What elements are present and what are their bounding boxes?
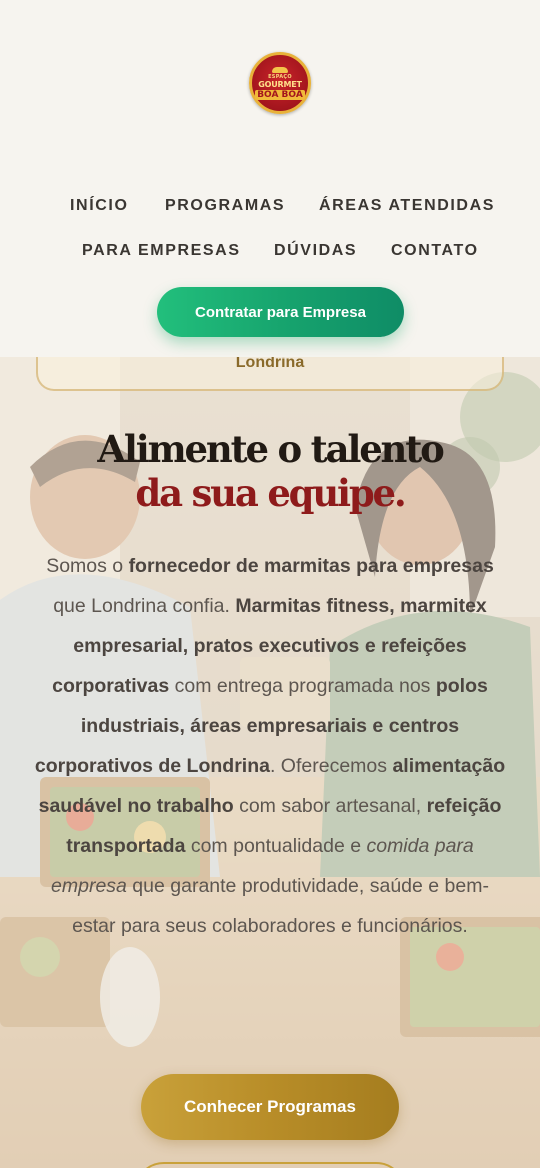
- nav-link-areas-atendidas[interactable]: ÁREAS ATENDIDAS: [319, 197, 495, 215]
- description-segment: que Londrina confia.: [53, 595, 236, 617]
- description-segment: com pontualidade e: [185, 835, 367, 857]
- brand-logo[interactable]: ESPAÇO GOURMET BOA BOA: [249, 52, 311, 114]
- nav-link-contato[interactable]: CONTATO: [391, 242, 479, 260]
- description-segment: com entrega programada nos: [169, 675, 436, 697]
- see-programs-button[interactable]: Conhecer Programas: [141, 1074, 399, 1140]
- hero-description: Somos o fornecedor de marmitas para empr…: [30, 546, 510, 946]
- description-segment: . Oferecemos: [269, 755, 393, 777]
- headline-line-1: Alimente o talento: [97, 427, 444, 471]
- logo-text-line3: BOA BOA: [255, 89, 305, 100]
- nav-link-programas[interactable]: PROGRAMAS: [165, 197, 285, 215]
- description-segment: Somos o: [46, 555, 129, 577]
- logo-crest-icon: [272, 66, 288, 73]
- hero-headline: Alimente o talento da sua equipe.: [0, 427, 540, 515]
- description-segment: fornecedor de marmitas para empresas: [128, 555, 494, 577]
- nav-link-inicio[interactable]: INÍCIO: [70, 197, 129, 215]
- description-segment: que garante produtividade, saúde e bem-e…: [72, 875, 489, 937]
- hire-for-company-button[interactable]: Contratar para Empresa: [157, 287, 404, 337]
- logo-text-line2: GOURMET: [258, 79, 302, 89]
- secondary-button-outline[interactable]: [134, 1162, 406, 1168]
- location-badge-label: Londrina: [235, 357, 305, 371]
- description-segment: com sabor artesanal,: [233, 795, 427, 817]
- nav-link-duvidas[interactable]: DÚVIDAS: [274, 242, 357, 260]
- site-header: ESPAÇO GOURMET BOA BOA INÍCIO PROGRAMAS …: [0, 0, 540, 357]
- headline-line-2: da sua equipe.: [135, 471, 406, 515]
- nav-link-para-empresas[interactable]: PARA EMPRESAS: [82, 242, 241, 260]
- hero-section: Londrina Alimente o talento da sua equip…: [0, 357, 540, 1168]
